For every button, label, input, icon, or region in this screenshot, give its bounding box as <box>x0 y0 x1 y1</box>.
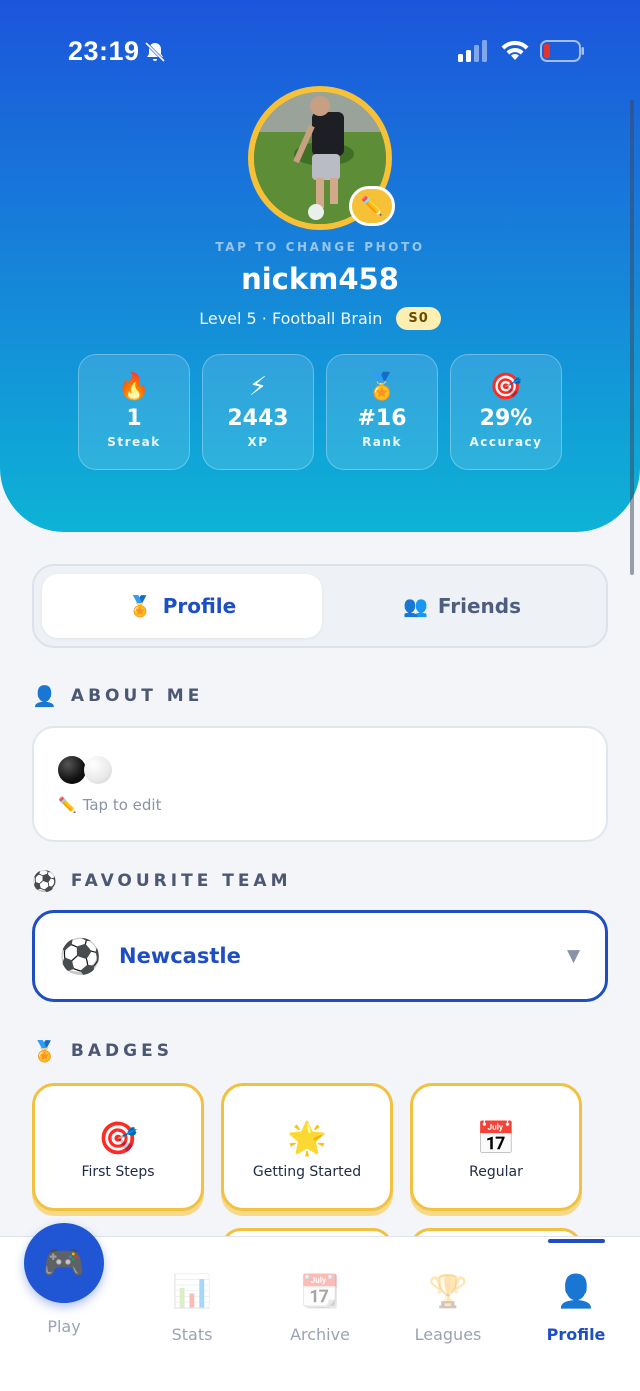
medal-icon: 🏅 <box>365 372 399 402</box>
bell-muted-icon <box>144 41 166 63</box>
person-icon: 👤 <box>556 1272 596 1310</box>
stat-value: #16 <box>357 406 407 431</box>
profile-segmented-control: 🏅 Profile 👥 Friends <box>32 564 608 648</box>
about-heading-text: ABOUT ME <box>70 686 204 706</box>
calendar-icon: 📆 <box>300 1272 340 1310</box>
target-icon: 🎯 <box>98 1119 138 1157</box>
gamepad-icon: 🎮 <box>42 1243 86 1283</box>
nav-profile[interactable]: 👤 Profile <box>512 1237 640 1367</box>
about-bio <box>58 756 112 784</box>
badge-label: Getting Started <box>252 1164 362 1180</box>
nav-profile-label: Profile <box>546 1325 606 1344</box>
cellular-signal-icon <box>458 40 487 62</box>
edit-hint-text: Tap to edit <box>82 796 162 814</box>
stat-label: XP <box>247 435 269 449</box>
stat-xp: ⚡ 2443 XP <box>202 354 314 470</box>
stat-label: Rank <box>362 435 402 449</box>
favourite-team-heading-text: FAVOURITE TEAM <box>70 871 292 891</box>
change-photo-hint[interactable]: TAP TO CHANGE PHOTO <box>0 240 640 254</box>
people-icon: 👥 <box>402 594 428 618</box>
target-icon: 🎯 <box>489 372 523 402</box>
tab-friends-label: Friends <box>437 594 522 618</box>
scrollbar[interactable] <box>630 100 634 575</box>
chevron-down-icon: ▼ <box>567 946 581 966</box>
stat-accuracy: 🎯 29% Accuracy <box>450 354 562 470</box>
stat-rank: 🏅 #16 Rank <box>326 354 438 470</box>
favourite-team-select[interactable]: ⚽ Newcastle ▼ <box>32 910 608 1002</box>
nav-leagues-label: Leagues <box>414 1325 482 1344</box>
tab-friends[interactable]: 👥 Friends <box>322 574 602 638</box>
favourite-team-heading: ⚽ FAVOURITE TEAM <box>32 869 292 893</box>
football-icon: ⚽ <box>32 869 57 893</box>
nav-archive[interactable]: 📆 Archive <box>256 1237 384 1367</box>
stat-value: 29% <box>479 406 533 431</box>
bar-chart-icon: 📊 <box>172 1272 212 1310</box>
badge-getting-started[interactable]: 🌟 Getting Started <box>221 1083 393 1211</box>
level-text: Level 5 · Football Brain <box>199 309 383 328</box>
fire-icon: 🔥 <box>117 372 151 402</box>
star-icon: 🌟 <box>287 1119 327 1157</box>
season-badge: S0 <box>396 307 441 330</box>
nav-archive-label: Archive <box>290 1325 350 1344</box>
badge-label: Regular <box>469 1164 523 1180</box>
stat-label: Streak <box>107 435 161 449</box>
lightning-icon: ⚡ <box>248 372 268 402</box>
edit-photo-button[interactable]: ✏️ <box>349 186 395 226</box>
medal-icon: 🏅 <box>127 594 153 618</box>
nav-stats-label: Stats <box>171 1325 213 1344</box>
team-name: Newcastle <box>119 944 241 968</box>
battery-low-icon <box>540 40 584 62</box>
nav-stats[interactable]: 📊 Stats <box>128 1237 256 1367</box>
trophy-icon: 🏆 <box>428 1272 468 1310</box>
tab-profile-label: Profile <box>162 594 237 618</box>
username: nickm458 <box>241 262 399 296</box>
calendar-icon: 📅 <box>476 1119 516 1157</box>
medal-icon: 🏅 <box>32 1039 57 1063</box>
tab-profile[interactable]: 🏅 Profile <box>42 574 322 638</box>
person-icon: 👤 <box>32 684 57 708</box>
about-me-card[interactable]: ✏️ Tap to edit <box>32 726 608 842</box>
wifi-icon <box>501 40 529 60</box>
stat-value: 1 <box>126 406 142 431</box>
badge-label: First Steps <box>81 1164 155 1180</box>
about-heading: 👤 ABOUT ME <box>32 684 203 708</box>
about-edit-hint[interactable]: ✏️ Tap to edit <box>58 796 161 814</box>
nav-leagues[interactable]: 🏆 Leagues <box>384 1237 512 1367</box>
stat-streak: 🔥 1 Streak <box>78 354 190 470</box>
pencil-icon: ✏️ <box>360 195 384 217</box>
badges-heading-text: BADGES <box>70 1041 173 1061</box>
pencil-icon: ✏️ <box>58 796 77 814</box>
black-circle-icon <box>58 756 86 784</box>
white-circle-icon <box>84 756 112 784</box>
stat-value: 2443 <box>227 406 289 431</box>
badge-first-steps[interactable]: 🎯 First Steps <box>32 1083 204 1211</box>
badges-heading: 🏅 BADGES <box>32 1039 173 1063</box>
level-row: Level 5 · Football Brain S0 <box>0 307 640 330</box>
badge-regular[interactable]: 📅 Regular <box>410 1083 582 1211</box>
status-time: 23:19 <box>68 36 140 66</box>
nav-play-button[interactable]: 🎮 <box>24 1223 104 1303</box>
football-icon: ⚽ <box>59 937 102 977</box>
nav-play-label[interactable]: Play <box>24 1317 104 1336</box>
stat-label: Accuracy <box>469 435 543 449</box>
active-tab-indicator <box>548 1239 605 1243</box>
